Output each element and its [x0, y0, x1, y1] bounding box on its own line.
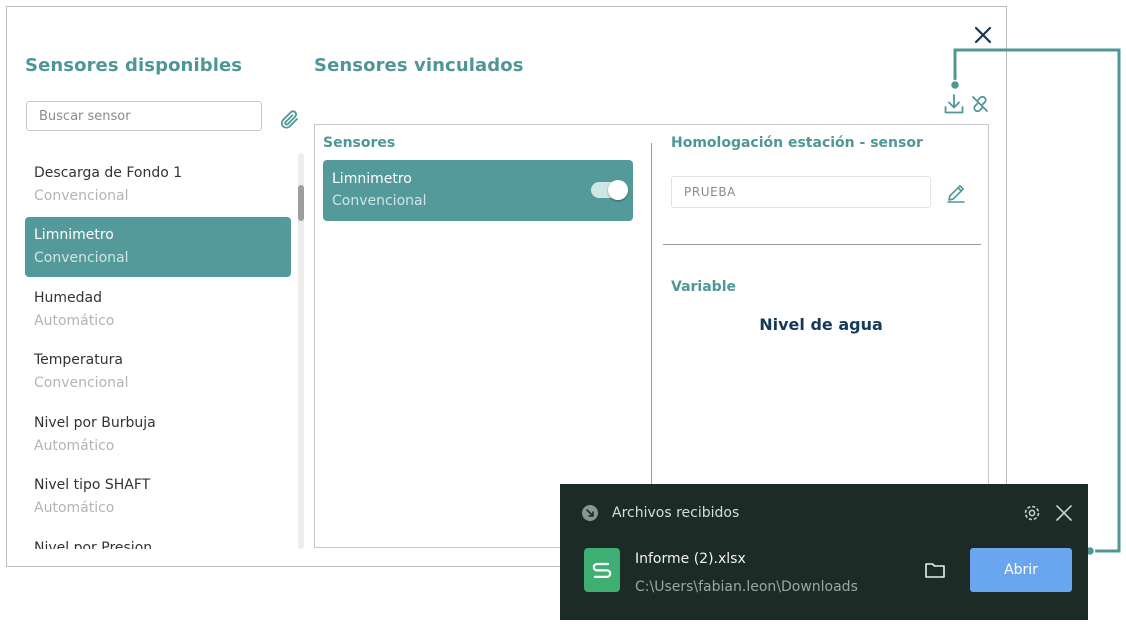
linked-sensor-type: Convencional — [332, 193, 427, 209]
homologation-header: Homologación estación - sensor — [671, 135, 923, 151]
variable-value: Nivel de agua — [759, 315, 883, 334]
variable-header: Variable — [671, 279, 736, 295]
close-notification-icon[interactable] — [1054, 503, 1074, 523]
list-scrollbar[interactable] — [298, 153, 304, 549]
homologation-field[interactable] — [671, 176, 931, 208]
sensor-name: Humedad — [34, 290, 103, 306]
list-item[interactable]: Nivel por Burbuja Automático — [25, 405, 291, 465]
sensors-column-header: Sensores — [323, 135, 396, 151]
section-divider — [663, 244, 981, 245]
sensor-type: Convencional — [34, 375, 129, 391]
linked-sensors-title: Sensores vinculados — [314, 55, 524, 76]
pencil-icon[interactable] — [945, 182, 967, 204]
sensor-name: Nivel por Burbuja — [34, 415, 156, 431]
scrollbar-thumb[interactable] — [298, 185, 304, 221]
search-input[interactable] — [26, 101, 262, 131]
list-item[interactable]: Temperatura Convencional — [25, 342, 291, 402]
available-sensors-title: Sensores disponibles — [25, 55, 243, 76]
gear-icon[interactable] — [1022, 503, 1042, 523]
list-item-selected[interactable]: Limnimetro Convencional — [25, 217, 291, 277]
list-item[interactable]: Descarga de Fondo 1 Convencional — [25, 155, 291, 215]
folder-icon[interactable] — [924, 560, 946, 580]
list-item[interactable]: Nivel tipo SHAFT Automático — [25, 467, 291, 527]
sensor-type: Automático — [34, 500, 115, 516]
linked-sensor-card[interactable]: Limnimetro Convencional — [323, 160, 633, 221]
sensor-name: Limnimetro — [34, 227, 114, 243]
unlink-icon[interactable] — [969, 93, 991, 115]
list-item[interactable]: Humedad Automático — [25, 280, 291, 340]
sensor-name: Nivel por Presion — [34, 540, 153, 549]
sensor-name: Temperatura — [34, 352, 123, 368]
downloads-icon — [582, 505, 598, 521]
sensor-name: Nivel tipo SHAFT — [34, 477, 151, 493]
download-icon[interactable] — [943, 93, 965, 115]
downloads-notification: Archivos recibidos Informe (2).xlsx C:\U… — [560, 484, 1088, 620]
paperclip-icon[interactable] — [277, 107, 301, 131]
toggle-knob — [608, 180, 628, 200]
sensor-name: Descarga de Fondo 1 — [34, 165, 183, 181]
sensor-link-modal: Sensores disponibles Sensores vinculados… — [6, 6, 1007, 567]
sensor-type: Automático — [34, 438, 115, 454]
list-item[interactable]: Nivel por Presion — [25, 530, 291, 549]
close-icon[interactable] — [971, 23, 995, 47]
notification-title: Archivos recibidos — [612, 505, 740, 521]
available-sensors-list: Descarga de Fondo 1 Convencional Limnime… — [25, 155, 291, 549]
spreadsheet-file-icon — [584, 548, 620, 592]
sensor-type: Automático — [34, 313, 115, 329]
file-path: C:\Users\fabian.leon\Downloads — [635, 579, 858, 595]
sensor-toggle[interactable] — [591, 180, 628, 200]
sensor-type: Convencional — [34, 250, 129, 266]
sensor-type: Convencional — [34, 188, 129, 204]
open-button[interactable]: Abrir — [970, 548, 1072, 592]
file-name[interactable]: Informe (2).xlsx — [635, 551, 746, 567]
linked-sensor-name: Limnimetro — [332, 171, 412, 187]
